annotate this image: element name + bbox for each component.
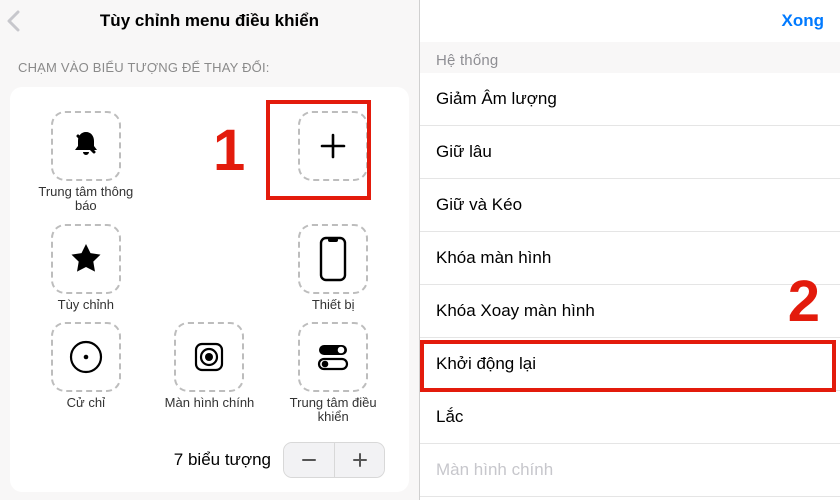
section-caption: CHẠM VÀO BIỂU TƯỢNG ĐỂ THAY ĐỔI:: [0, 42, 419, 81]
toggles-icon: [313, 337, 353, 377]
stepper-plus-button[interactable]: [334, 443, 384, 477]
customize-pane: Tùy chỉnh menu điều khiển CHẠM VÀO BIỂU …: [0, 0, 420, 500]
list-item[interactable]: Giữ và Kéo: [420, 179, 840, 232]
grid-cell-home-screen[interactable]: Màn hình chính: [154, 322, 266, 425]
icon-count-text: 7 biểu tượng: [174, 450, 271, 470]
grid-cell-gesture[interactable]: Cử chỉ: [30, 322, 142, 425]
grid-label: Cử chỉ: [67, 396, 105, 410]
grid-label: Trung tâm thông báo: [37, 185, 135, 214]
grid-cell-custom[interactable]: Tùy chỉnh: [30, 224, 142, 312]
grid-cell-control-center[interactable]: Trung tâm điều khiển: [277, 322, 389, 425]
grid-label: Tùy chỉnh: [58, 298, 114, 312]
list-item-restart[interactable]: Khởi động lại: [420, 338, 840, 391]
done-button[interactable]: Xong: [782, 11, 825, 31]
plus-icon: [318, 131, 348, 161]
phone-icon: [319, 236, 347, 282]
grid-cell-add[interactable]: [277, 111, 389, 214]
icon-grid-card: Trung tâm thông báo Tùy chỉnh: [10, 87, 409, 492]
system-list-pane: Xong Hệ thống Giảm Âm lượng Giữ lâu Giữ …: [420, 0, 840, 500]
circle-dot-icon: [66, 337, 106, 377]
grid-label: Thiết bị: [312, 298, 355, 312]
grid-cell-notification-center[interactable]: Trung tâm thông báo: [30, 111, 142, 214]
list-item[interactable]: Lắc: [420, 391, 840, 444]
list-item-disabled: Màn hình chính: [420, 444, 840, 497]
header: Xong: [420, 0, 840, 42]
back-chevron-icon[interactable]: [6, 10, 20, 32]
grid-cell-device[interactable]: Thiết bị: [277, 224, 389, 312]
icon-count-row: 7 biểu tượng: [30, 442, 389, 478]
list-item[interactable]: Giữ lâu: [420, 126, 840, 179]
list-item[interactable]: Khóa màn hình: [420, 232, 840, 285]
list-section-header: Hệ thống: [420, 42, 840, 73]
count-stepper: [283, 442, 385, 478]
page-title: Tùy chỉnh menu điều khiển: [100, 11, 319, 31]
system-action-list: Giảm Âm lượng Giữ lâu Giữ và Kéo Khóa mà…: [420, 73, 840, 497]
star-icon: [68, 241, 104, 277]
grid-label: Trung tâm điều khiển: [284, 396, 382, 425]
grid-label: Màn hình chính: [165, 396, 255, 410]
target-icon: [189, 337, 229, 377]
stepper-minus-button[interactable]: [284, 443, 334, 477]
list-item[interactable]: Giảm Âm lượng: [420, 73, 840, 126]
list-item[interactable]: Khóa Xoay màn hình: [420, 285, 840, 338]
icon-grid: Trung tâm thông báo Tùy chỉnh: [30, 111, 389, 424]
bell-icon: [68, 128, 104, 164]
header: Tùy chỉnh menu điều khiển: [0, 0, 419, 42]
